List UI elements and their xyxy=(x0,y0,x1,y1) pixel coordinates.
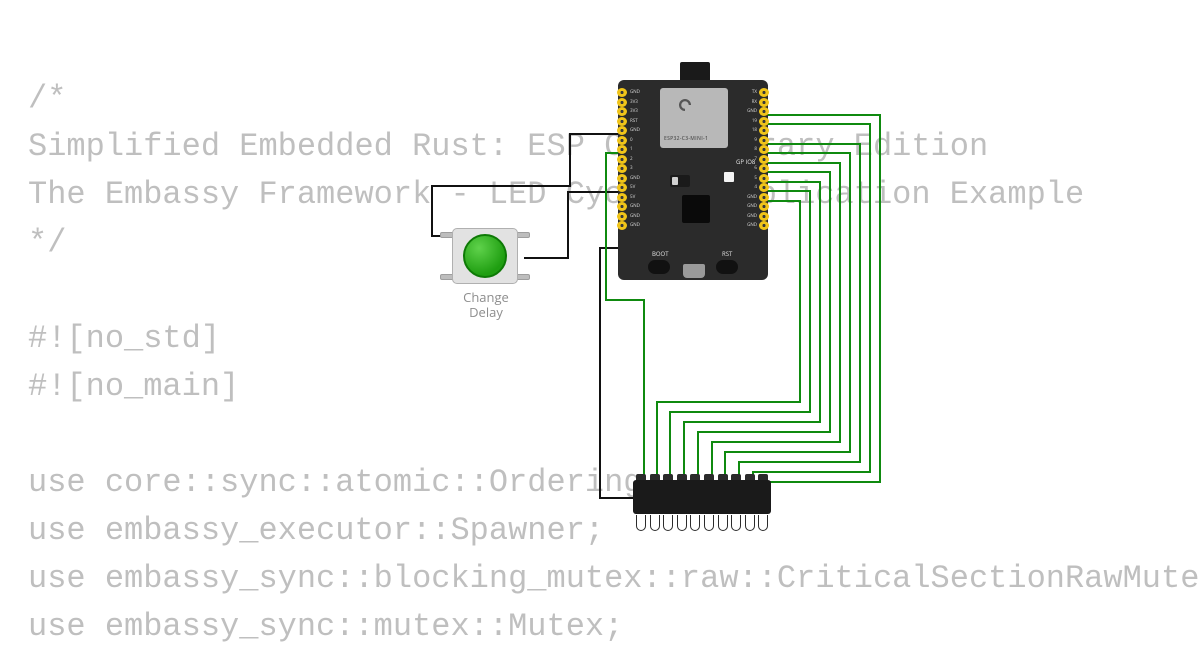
pin xyxy=(617,126,627,135)
pin xyxy=(759,193,769,202)
push-button-pin xyxy=(516,232,530,238)
esp-boot-button[interactable] xyxy=(648,260,670,274)
esp-pin-labels-right: TXRXGND1918987654GNDGNDGNDGND xyxy=(742,88,757,231)
push-button-label-line2: Delay xyxy=(469,303,503,321)
esp-mcu-chip xyxy=(682,195,710,223)
pin xyxy=(759,88,769,97)
push-button-pin xyxy=(516,274,530,280)
pin xyxy=(617,183,627,192)
esp-pins-left xyxy=(617,88,627,230)
esp-pin-labels-left: GND3V33V3RSTGND0123GND5V5VGNDGNDGND xyxy=(630,88,640,231)
pin xyxy=(759,136,769,145)
led-bar-bottom-pins xyxy=(636,515,768,531)
pin xyxy=(617,107,627,116)
pin xyxy=(617,136,627,145)
pin xyxy=(617,145,627,154)
pin xyxy=(759,221,769,230)
pin xyxy=(759,117,769,126)
pin xyxy=(759,145,769,154)
push-button-label: Change Delay xyxy=(448,290,524,320)
pin xyxy=(759,212,769,221)
espressif-logo-icon xyxy=(676,96,694,114)
pin xyxy=(759,202,769,211)
esp-shield-label: ESP32-C3-MINI-1 xyxy=(664,136,708,142)
pin xyxy=(617,174,627,183)
pin xyxy=(759,164,769,173)
pin xyxy=(759,183,769,192)
led-bar-graph[interactable] xyxy=(633,480,771,514)
push-button[interactable] xyxy=(463,234,507,278)
pin xyxy=(617,212,627,221)
pin xyxy=(617,164,627,173)
wire-black-btn-top xyxy=(432,134,618,236)
pin xyxy=(759,174,769,183)
pin xyxy=(617,202,627,211)
pin xyxy=(617,117,627,126)
pin xyxy=(759,98,769,107)
circuit-diagram: ESP32-C3-MINI-1 GP IO8 BOOT RST GND3V33V… xyxy=(0,0,1200,630)
pin xyxy=(759,107,769,116)
esp-rst-button[interactable] xyxy=(716,260,738,274)
esp-usb-port xyxy=(683,264,705,278)
wire-green-1 xyxy=(766,115,880,482)
esp-boot-label: BOOT xyxy=(652,250,669,258)
wire-black-btn-bottom xyxy=(524,192,618,258)
esp-onboard-led xyxy=(724,172,734,182)
esp-dip-switch xyxy=(670,175,690,187)
pin xyxy=(617,155,627,164)
pin xyxy=(617,193,627,202)
pin xyxy=(617,88,627,97)
pin xyxy=(617,221,627,230)
esp-pins-right xyxy=(759,88,769,230)
wires xyxy=(0,0,1200,630)
esp-rst-label: RST xyxy=(722,250,732,258)
wire-green-2 xyxy=(753,124,870,480)
pin xyxy=(759,126,769,135)
pin xyxy=(617,98,627,107)
wire-black-ledbar-gnd xyxy=(600,248,640,498)
pin xyxy=(759,155,769,164)
